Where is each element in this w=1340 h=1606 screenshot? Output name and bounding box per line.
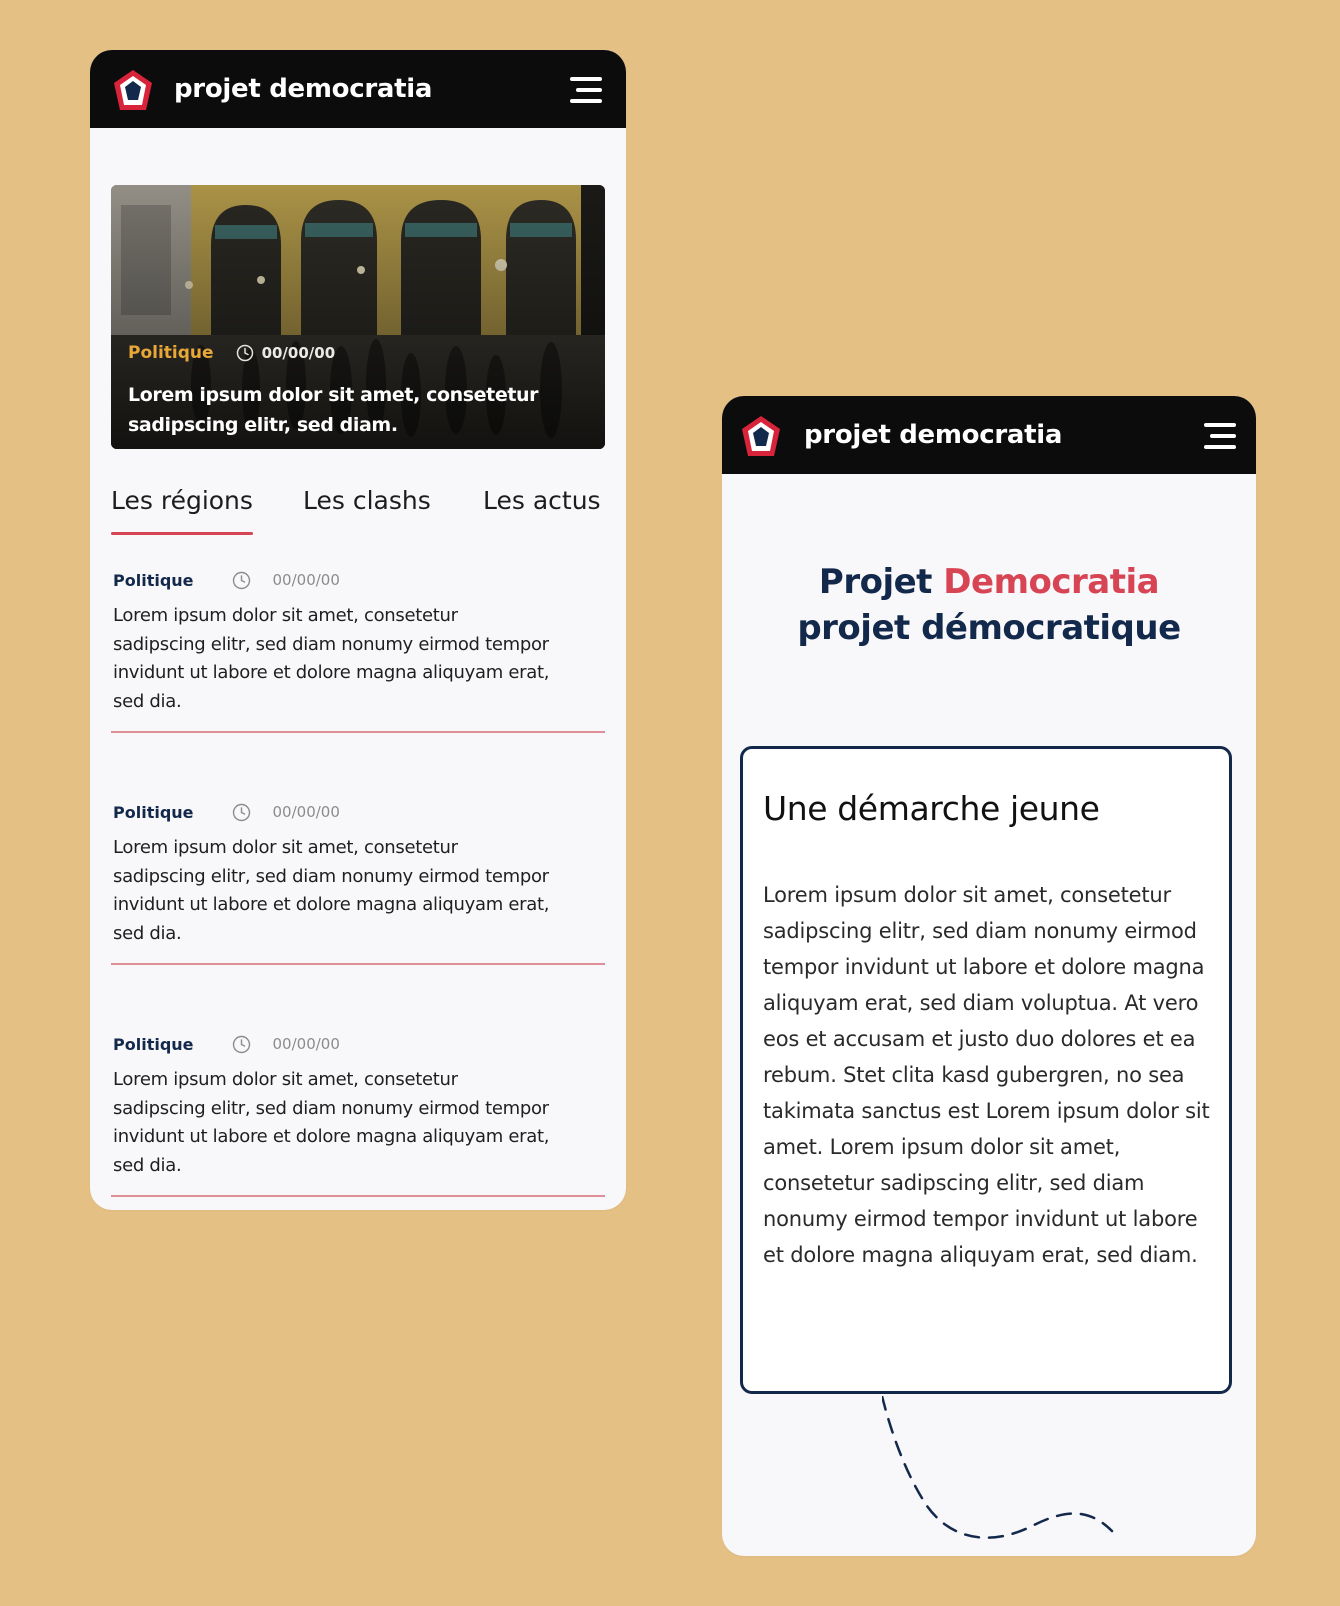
category-tabs: Les régions Les clashs Les actus xyxy=(111,486,605,536)
article-meta: Politique 00/00/00 xyxy=(113,800,340,824)
pentagon-logo-icon[interactable] xyxy=(112,68,154,114)
article-item[interactable]: Politique 00/00/00 Lorem ipsum dolor sit… xyxy=(111,568,605,748)
article-date: 00/00/00 xyxy=(272,571,340,589)
clock-icon xyxy=(232,803,250,821)
top-navbar: projet democratia xyxy=(90,50,626,128)
title-word-projet: Projet xyxy=(818,562,933,602)
hero-meta: Politique 00/00/00 xyxy=(128,343,335,363)
article-text[interactable]: Lorem ipsum dolor sit amet, consetetur s… xyxy=(113,1066,553,1180)
article-category[interactable]: Politique xyxy=(113,1035,194,1054)
right-phone-screen: projet democratia Projet Democratia proj… xyxy=(722,396,1256,1556)
clock-icon xyxy=(232,571,250,589)
tab-les-actus[interactable]: Les actus xyxy=(483,486,601,515)
card-title: Une démarche jeune xyxy=(763,789,1100,828)
article-text[interactable]: Lorem ipsum dolor sit amet, consetetur s… xyxy=(113,602,553,716)
dashed-path-decoration xyxy=(882,1396,1114,1539)
article-divider xyxy=(111,963,605,965)
page-title: Projet Democratia projet démocratique xyxy=(722,559,1256,651)
clock-icon xyxy=(236,344,253,362)
top-navbar: projet democratia xyxy=(722,396,1256,474)
article-divider xyxy=(111,731,605,733)
article-category[interactable]: Politique xyxy=(113,571,194,590)
article-item[interactable]: Politique 00/00/00 Lorem ipsum dolor sit… xyxy=(111,800,605,980)
article-date: 00/00/00 xyxy=(272,1035,340,1053)
hero-title[interactable]: Lorem ipsum dolor sit amet, consetetur s… xyxy=(128,380,568,440)
tab-les-clashs[interactable]: Les clashs xyxy=(303,486,431,515)
card-body: Lorem ipsum dolor sit amet, consetetur s… xyxy=(763,883,1210,1267)
featured-article-card[interactable]: Politique 00/00/00 Lorem ipsum dolor sit… xyxy=(111,185,605,449)
hero-category[interactable]: Politique xyxy=(128,343,214,363)
article-date: 00/00/00 xyxy=(272,803,340,821)
left-phone-screen: projet democratia Politique 00/00/00 Lor… xyxy=(90,50,626,1210)
brand-name[interactable]: projet democratia xyxy=(804,396,1062,474)
hamburger-menu-icon[interactable] xyxy=(1202,421,1238,451)
article-divider xyxy=(111,1195,605,1197)
brand-name[interactable]: projet democratia xyxy=(174,50,432,128)
title-subline: projet démocratique xyxy=(797,608,1181,648)
article-meta: Politique 00/00/00 xyxy=(113,1032,340,1056)
article-text[interactable]: Lorem ipsum dolor sit amet, consetetur s… xyxy=(113,834,553,948)
tab-les-regions[interactable]: Les régions xyxy=(111,486,253,535)
pentagon-logo-icon[interactable] xyxy=(740,414,782,460)
hamburger-menu-icon[interactable] xyxy=(568,75,604,105)
clock-icon xyxy=(232,1035,250,1053)
article-item[interactable]: Politique 00/00/00 Lorem ipsum dolor sit… xyxy=(111,1032,605,1210)
article-category[interactable]: Politique xyxy=(113,803,194,822)
hero-date: 00/00/00 xyxy=(261,344,336,362)
title-word-democratia: Democratia xyxy=(943,562,1160,602)
info-card: Une démarche jeune Lorem ipsum dolor sit… xyxy=(740,746,1232,1394)
article-meta: Politique 00/00/00 xyxy=(113,568,340,592)
